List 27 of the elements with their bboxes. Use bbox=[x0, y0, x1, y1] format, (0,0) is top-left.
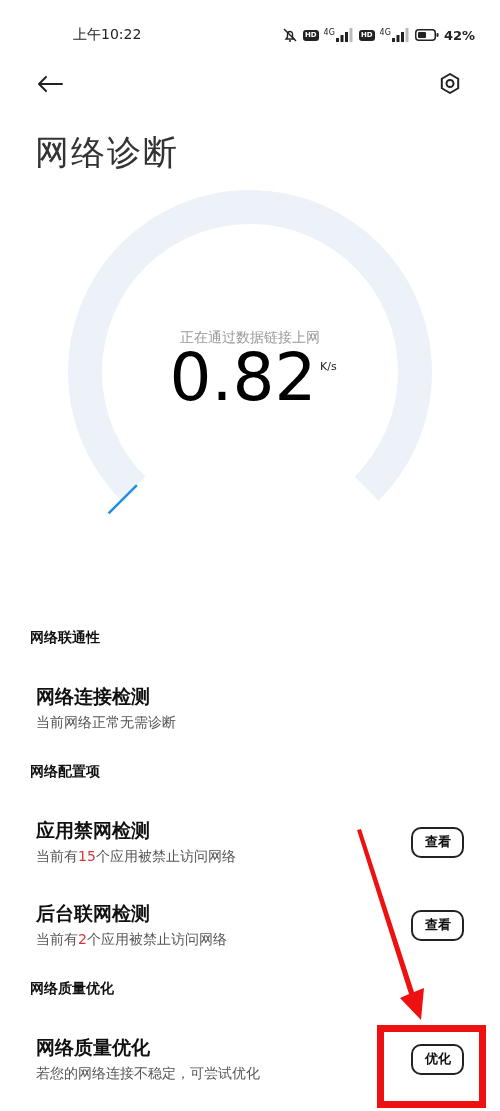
item-title: 网络质量优化 bbox=[36, 1035, 151, 1060]
signal-icon bbox=[391, 28, 410, 42]
item-title: 网络连接检测 bbox=[36, 684, 151, 709]
action-button[interactable]: 查看 bbox=[411, 909, 464, 941]
item-title: 应用禁网检测 bbox=[36, 818, 151, 843]
battery-percent: 42% bbox=[443, 27, 475, 43]
settings-icon[interactable] bbox=[439, 72, 461, 96]
section-heading: 网络质量优化 bbox=[30, 979, 115, 998]
section-heading: 网络配置项 bbox=[30, 762, 101, 781]
action-button[interactable]: 优化 bbox=[411, 1043, 464, 1075]
item-description: 当前有15个应用被禁止访问网络 bbox=[36, 847, 236, 866]
gauge-needle bbox=[107, 484, 138, 515]
battery-icon bbox=[414, 29, 439, 41]
section-heading: 网络联通性 bbox=[30, 628, 101, 647]
signal-icon bbox=[335, 28, 354, 42]
status-time: 上午10:22 bbox=[73, 26, 142, 44]
action-button[interactable]: 查看 bbox=[411, 826, 464, 858]
item-description: 当前有2个应用被禁止访问网络 bbox=[36, 930, 227, 949]
network-type-label: 4G bbox=[379, 28, 391, 37]
item-title: 后台联网检测 bbox=[36, 901, 151, 926]
muted-bell-icon bbox=[281, 27, 298, 43]
back-arrow-icon[interactable] bbox=[37, 75, 63, 93]
speed-unit: K/s bbox=[320, 360, 337, 373]
item-description: 若您的网络连接不稳定，可尝试优化 bbox=[36, 1064, 260, 1083]
page-title: 网络诊断 bbox=[35, 131, 180, 174]
item-description: 当前网络正常无需诊断 bbox=[36, 713, 176, 732]
network-type-label: 4G bbox=[323, 28, 335, 37]
